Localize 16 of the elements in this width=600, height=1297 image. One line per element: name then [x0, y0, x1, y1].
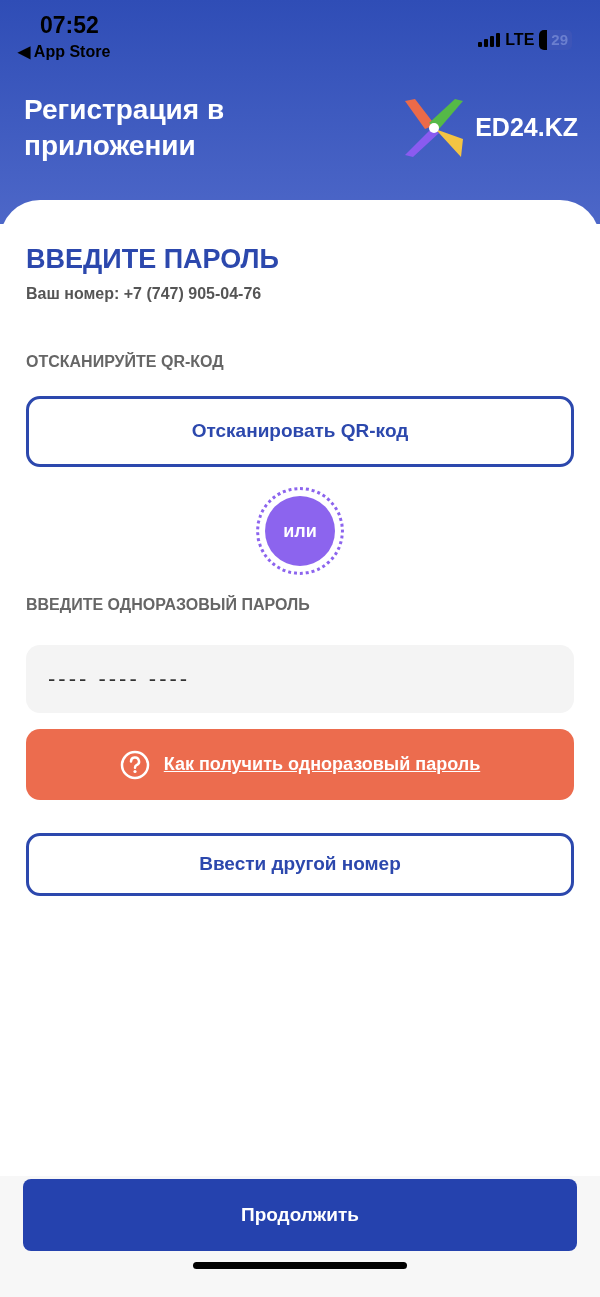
continue-button[interactable]: Продолжить: [23, 1179, 577, 1251]
page-title: Регистрация в приложении: [24, 93, 226, 163]
form-title: ВВЕДИТЕ ПАРОЛЬ: [26, 243, 280, 276]
otp-input-field[interactable]: ---- ---- ----: [26, 645, 574, 713]
scan-qr-button[interactable]: Отсканировать QR-код: [26, 396, 574, 467]
signal-icon: [478, 33, 501, 47]
logo-text: ED24.KZ: [475, 112, 578, 144]
section-label: ВВЕДИТЕ ОДНОРАЗОВЫЙ ПАРОЛЬ: [26, 594, 311, 615]
network-label: LTE: [505, 30, 535, 50]
help-icon: [119, 749, 150, 780]
other-number-button[interactable]: Ввести другой номер: [26, 833, 574, 896]
pinwheel-logo-icon: [405, 99, 464, 157]
phone-number-text: Ваш номер: +7 (747) 905-04-76: [26, 284, 263, 304]
or-divider-badge: или: [256, 487, 344, 575]
status-time: 07:52: [40, 11, 100, 40]
section-label: ОТСКАНИРУЙТЕ QR-КОД: [26, 351, 225, 372]
